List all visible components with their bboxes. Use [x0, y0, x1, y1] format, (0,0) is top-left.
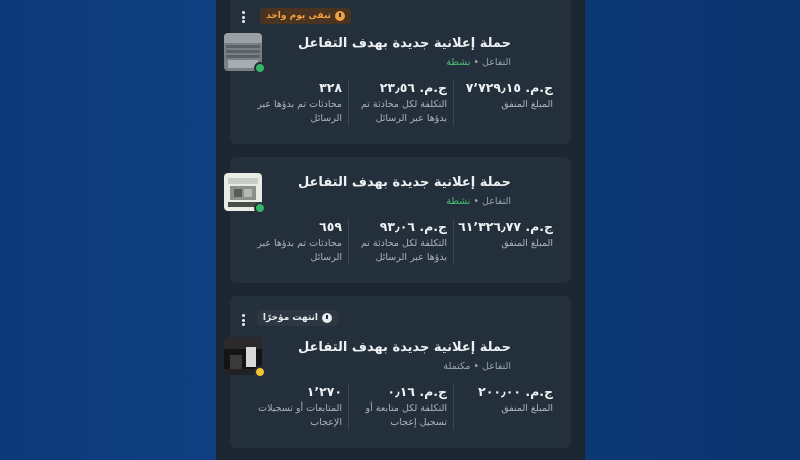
separator: • [473, 196, 479, 207]
metric-label: المتابعات أو تسجيلات الإعجاب [258, 403, 342, 428]
metrics-row: ج.م. ٧٬٧٢٩٫١٥ المبلغ المنفق ج.م. ٢٣٫٥٦ ا… [242, 80, 559, 126]
metric-value: ج.م. ٦١٬٣٢٦٫٧٧ [458, 219, 553, 234]
metric-amount-spent: ج.م. ٦١٬٣٢٦٫٧٧ المبلغ المنفق [454, 219, 559, 265]
campaign-card[interactable]: انتهت مؤخرًا حملة إعلانية جديدة بهدف الت… [224, 296, 571, 448]
more-options-icon [241, 11, 245, 14]
separator: • [473, 361, 479, 372]
metric-label: التكلفة لكل متابعة أو تسجيل إعجاب [365, 403, 447, 428]
objective-label: التفاعل [482, 57, 511, 68]
campaign-title[interactable]: حملة إعلانية جديدة بهدف التفاعل [298, 36, 511, 51]
metric-value: ج.م. ٠٫١٦ [387, 384, 447, 399]
metric-value: ج.م. ٩٣٫٠٦ [379, 219, 447, 234]
metric-results: ٣٢٨ محادثات تم بدؤها عبر الرسائل [244, 80, 349, 126]
objective-label: التفاعل [482, 196, 511, 207]
metric-value: ٦٥٩ [319, 219, 342, 234]
metric-amount-spent: ج.م. ٢٠٠٫٠٠ المبلغ المنفق [454, 384, 559, 430]
objective-label: التفاعل [482, 361, 511, 372]
badge-label: انتهت مؤخرًا [262, 313, 318, 323]
metric-label: محادثات تم بدؤها عبر الرسائل [257, 238, 342, 263]
metric-label: محادثات تم بدؤها عبر الرسائل [257, 99, 342, 124]
campaign-subtitle: التفاعل • نشطة [446, 57, 511, 68]
metric-value: ج.م. ٢٣٫٥٦ [379, 80, 447, 95]
metric-label: المبلغ المنفق [501, 238, 553, 249]
clock-icon [322, 313, 332, 323]
ended-recently-badge: انتهت مؤخرًا [256, 310, 338, 326]
metric-label: المبلغ المنفق [501, 403, 553, 414]
metric-value: ٣٢٨ [319, 80, 342, 95]
campaign-card[interactable]: تبقى يوم واحد حملة إعلانية جديدة بهدف ال… [224, 0, 571, 144]
metric-label: التكلفة لكل محادثة تم بدؤها عبر الرسائل [360, 99, 447, 124]
metrics-row: ج.م. ٦١٬٣٢٦٫٧٧ المبلغ المنفق ج.م. ٩٣٫٠٦ … [242, 219, 559, 265]
separator: • [473, 57, 479, 68]
status-label: نشطة [446, 57, 471, 68]
campaign-thumbnail [224, 173, 266, 214]
metric-value: ج.م. ٧٬٧٢٩٫١٥ [465, 80, 553, 95]
campaign-subtitle: التفاعل • نشطة [446, 196, 511, 207]
more-options-icon [241, 314, 245, 317]
status-label: نشطة [446, 196, 471, 207]
time-remaining-badge: تبقى يوم واحد [260, 8, 351, 24]
metric-label: المبلغ المنفق [501, 99, 553, 110]
campaign-card[interactable]: حملة إعلانية جديدة بهدف التفاعل التفاعل … [224, 157, 571, 283]
metric-cost-per-result: ج.م. ٢٣٫٥٦ التكلفة لكل محادثة تم بدؤها ع… [349, 80, 454, 126]
campaign-list-panel: تبقى يوم واحد حملة إعلانية جديدة بهدف ال… [216, 0, 585, 460]
campaign-thumbnail [224, 337, 266, 378]
metric-value: ١٬٢٧٠ [306, 384, 342, 399]
campaign-thumbnail [224, 33, 266, 74]
campaign-title[interactable]: حملة إعلانية جديدة بهدف التفاعل [298, 340, 511, 355]
status-dot-completed [254, 366, 266, 378]
campaign-subtitle: التفاعل • مكتملة [443, 361, 511, 372]
status-dot-active [254, 202, 266, 214]
metrics-row: ج.م. ٢٠٠٫٠٠ المبلغ المنفق ج.م. ٠٫١٦ التك… [242, 384, 559, 430]
metric-label: التكلفة لكل محادثة تم بدؤها عبر الرسائل [360, 238, 447, 263]
metric-amount-spent: ج.م. ٧٬٧٢٩٫١٥ المبلغ المنفق [454, 80, 559, 126]
badge-label: تبقى يوم واحد [266, 11, 331, 21]
metric-cost-per-result: ج.م. ٠٫١٦ التكلفة لكل متابعة أو تسجيل إع… [349, 384, 454, 430]
status-dot-active [254, 62, 266, 74]
more-options-button[interactable] [238, 9, 248, 25]
more-options-button[interactable] [238, 312, 248, 328]
clock-icon [335, 11, 345, 21]
metric-results: ١٬٢٧٠ المتابعات أو تسجيلات الإعجاب [244, 384, 349, 430]
status-label: مكتملة [443, 361, 471, 372]
metric-results: ٦٥٩ محادثات تم بدؤها عبر الرسائل [244, 219, 349, 265]
campaign-title[interactable]: حملة إعلانية جديدة بهدف التفاعل [298, 175, 511, 190]
metric-cost-per-result: ج.م. ٩٣٫٠٦ التكلفة لكل محادثة تم بدؤها ع… [349, 219, 454, 265]
metric-value: ج.م. ٢٠٠٫٠٠ [478, 384, 553, 399]
